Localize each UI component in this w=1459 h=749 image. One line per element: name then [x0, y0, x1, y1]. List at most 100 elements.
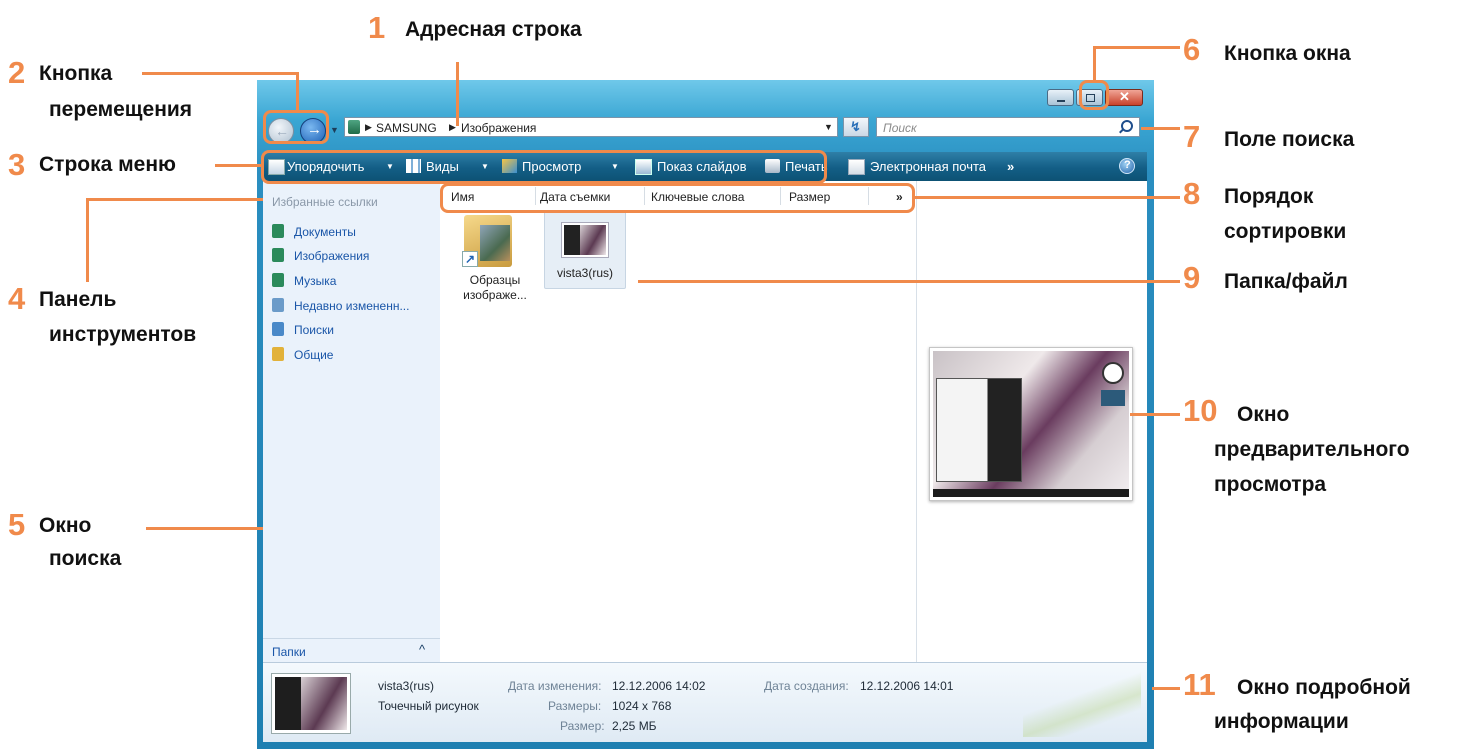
file-item-folder[interactable]: ↗ Образцы изображе... — [452, 211, 538, 303]
callout-10-label-line3: просмотра — [1214, 473, 1327, 496]
recent-pages-dropdown[interactable]: ▼ — [330, 125, 339, 135]
nav-item-recent[interactable]: Недавно измененн... — [272, 298, 409, 313]
callout-3-number: 3 — [8, 147, 26, 182]
nav-item-label: Музыка — [294, 274, 337, 288]
file-name: Образцы изображе... — [452, 273, 538, 303]
nav-item-label: Недавно измененн... — [294, 299, 410, 313]
file-item-image[interactable]: vista3(rus) — [544, 211, 626, 289]
search-input[interactable]: Поиск — [876, 117, 1140, 137]
callout-2-line-vertical — [296, 72, 299, 112]
callout-2-label-line2: перемещения — [49, 98, 193, 121]
callout-6-line-joint — [1093, 46, 1111, 49]
callout-2-number: 2 — [8, 55, 26, 90]
callout-8-line — [915, 196, 1180, 199]
callout-6-label: Кнопка окна — [1224, 42, 1351, 65]
folders-bar[interactable]: Папки ^ — [263, 638, 440, 663]
callout-11-number: 11 — [1183, 667, 1216, 702]
file-name-line: Образцы — [469, 273, 521, 287]
size-value: 2,25 МБ — [612, 719, 657, 733]
close-icon: ✕ — [1119, 89, 1130, 104]
highlight-window-buttons — [1079, 80, 1109, 110]
file-name: vista3(rus) — [556, 266, 613, 280]
callout-4-label-line1: Панель — [39, 288, 117, 311]
preview-pane — [916, 181, 1147, 662]
navigation-pane: Избранные ссылки Документы Изображения М… — [263, 181, 440, 662]
dimensions-label: Размеры: — [548, 699, 602, 713]
callout-6-line-vertical — [1093, 46, 1096, 82]
music-icon — [272, 273, 284, 287]
callout-5-line — [146, 527, 263, 530]
shortcut-arrow-icon: ↗ — [462, 251, 478, 267]
public-folder-icon — [272, 347, 284, 361]
callout-9-label: Папка/файл — [1224, 270, 1348, 293]
details-filetype: Точечный рисунок — [378, 699, 479, 713]
callout-9-number: 9 — [1183, 260, 1201, 295]
help-icon: ? — [1124, 159, 1131, 171]
file-name-line: изображе... — [463, 288, 527, 302]
callout-9-line — [638, 280, 1180, 283]
folder-icon — [348, 120, 360, 134]
callout-5-number: 5 — [8, 507, 26, 542]
nav-item-label: Изображения — [294, 249, 370, 263]
callout-11-label-line2: информации — [1214, 710, 1349, 733]
callout-5-label-line2: поиска — [49, 547, 122, 570]
thumbnail-dark-panel — [564, 225, 580, 255]
created-value: 12.12.2006 14:01 — [860, 679, 954, 693]
nav-item-documents[interactable]: Документы — [272, 224, 356, 239]
callout-7-number: 7 — [1183, 119, 1201, 154]
highlight-column-headers — [440, 183, 915, 213]
favorite-links-header: Избранные ссылки — [272, 195, 378, 209]
size-label: Размер: — [560, 719, 605, 733]
chevron-up-icon: ^ — [419, 642, 426, 657]
nav-item-label: Документы — [294, 225, 356, 239]
nav-item-label: Общие — [294, 348, 334, 362]
highlight-toolbar — [261, 150, 827, 184]
address-bar[interactable]: ▶ SAMSUNG ▶ Изображения ▼ — [344, 117, 838, 137]
close-button[interactable]: ✕ — [1105, 89, 1143, 106]
folder-photo-thumbnail — [480, 225, 510, 261]
nav-item-music[interactable]: Музыка — [272, 273, 336, 288]
callout-5-label-line1: Окно — [39, 514, 92, 537]
callout-8-number: 8 — [1183, 176, 1201, 211]
callout-4-label-line2: инструментов — [49, 323, 197, 346]
callout-2-line — [142, 72, 299, 75]
created-label: Дата создания: — [764, 679, 849, 693]
callout-8-label-line2: сортировки — [1224, 220, 1347, 243]
folders-label: Папки — [272, 645, 306, 659]
minimize-button[interactable] — [1047, 89, 1074, 106]
decorative-swoosh — [1023, 671, 1141, 737]
callout-10-line — [1130, 413, 1180, 416]
breadcrumb-separator: ▶ — [449, 122, 456, 132]
image-thumbnail — [561, 222, 609, 258]
callout-7-label: Поле поиска — [1224, 128, 1355, 151]
callout-7-line — [1141, 127, 1180, 130]
modified-value: 12.12.2006 14:02 — [612, 679, 706, 693]
callout-4-line-vertical — [86, 198, 89, 282]
nav-item-images[interactable]: Изображения — [272, 248, 369, 263]
thumbnail-art — [580, 225, 606, 255]
address-dropdown-icon[interactable]: ▼ — [824, 122, 833, 132]
callout-11-label-line1: Окно подробной — [1237, 676, 1411, 699]
callout-10-number: 10 — [1183, 393, 1218, 428]
more-commands-button[interactable]: » — [1007, 159, 1014, 174]
minimize-icon — [1057, 100, 1065, 102]
email-button[interactable]: Электронная почта — [870, 159, 986, 174]
callout-10-label-line2: предварительного — [1214, 438, 1410, 461]
breadcrumb-images[interactable]: Изображения — [461, 121, 536, 135]
breadcrumb-samsung[interactable]: SAMSUNG — [376, 121, 437, 135]
callout-6-number: 6 — [1183, 32, 1201, 67]
email-icon — [848, 159, 865, 175]
callout-11-line — [1152, 687, 1180, 690]
details-thumbnail — [271, 673, 351, 734]
refresh-button[interactable]: ↯ — [843, 117, 869, 137]
callout-3-line — [215, 164, 263, 167]
preview-start-menu — [936, 378, 1022, 482]
images-icon — [272, 248, 284, 262]
modified-label: Дата изменения: — [508, 679, 602, 693]
nav-item-public[interactable]: Общие — [272, 347, 333, 362]
callout-4-line-horizontal — [86, 198, 263, 201]
file-list-pane: Имя Дата съемки Ключевые слова Размер » … — [440, 181, 916, 662]
help-button[interactable]: ? — [1119, 158, 1135, 174]
nav-item-searches[interactable]: Поиски — [272, 322, 334, 337]
preview-taskbar — [933, 489, 1129, 497]
